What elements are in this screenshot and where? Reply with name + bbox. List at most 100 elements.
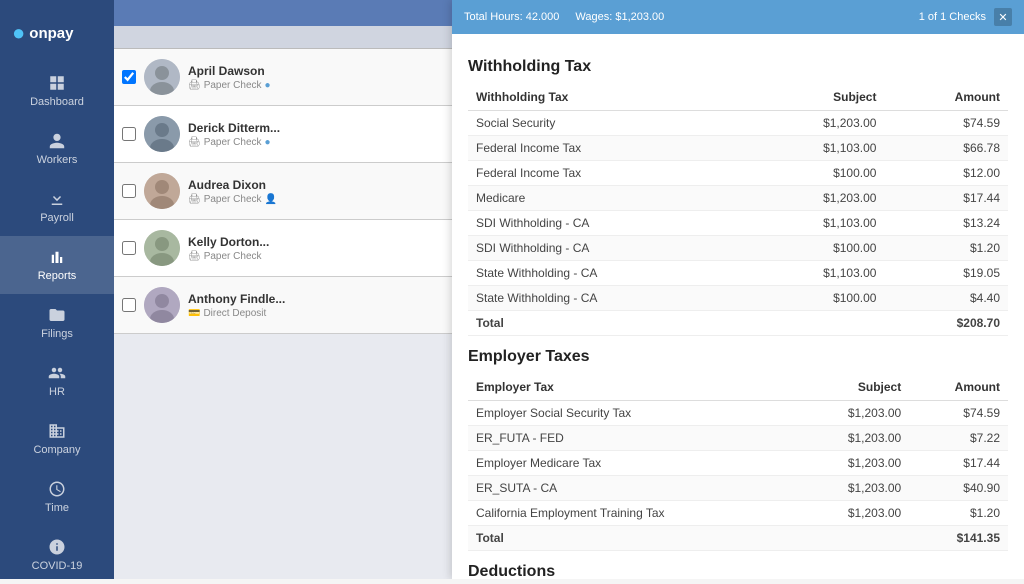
avatar [144,59,180,95]
avatar-image [144,59,180,95]
avatar-image [144,287,180,323]
print-icon: 🖨 [188,194,201,205]
sidebar-item-label: Reports [38,270,77,282]
sidebar-item-covid19[interactable]: COVID-19 [0,526,114,584]
download-icon [48,190,66,208]
tax-name: SDI Withholding - CA [468,236,745,261]
tax-subject: $100.00 [745,161,885,186]
total-row: Total$141.35 [468,526,1008,551]
tax-subject: $1,203.00 [797,426,909,451]
bar-chart-icon [48,248,66,266]
withholding-tax-table: Withholding Tax Subject Amount Social Se… [468,84,1008,336]
table-row: Federal Income Tax$100.00$12.00 [468,161,1008,186]
person-icon: 👤 [265,194,277,205]
worker-checkbox[interactable] [122,127,136,141]
person-icon [48,132,66,150]
sidebar-item-label: Payroll [40,212,74,224]
col-amount: Amount [909,374,1008,401]
tax-name: State Withholding - CA [468,261,745,286]
avatar-image [144,116,180,152]
sidebar-item-label: Time [45,502,69,514]
tax-subject: $1,203.00 [745,111,885,136]
tax-subject: $1,203.00 [797,401,909,426]
table-row: State Withholding - CA$100.00$4.40 [468,286,1008,311]
detail-panel: Total Hours: 42.000 Wages: $1,203.00 1 o… [452,0,1024,579]
sidebar-item-dashboard[interactable]: Dashboard [0,62,114,120]
table-row: Medicare$1,203.00$17.44 [468,186,1008,211]
col-amount: Amount [884,84,1008,111]
main-content: ▲ Back To Top Worker (1 of 44 selected) … [114,0,1024,579]
col-employer-tax: Employer Tax [468,374,797,401]
tax-subject: $1,203.00 [745,186,885,211]
tax-subject: $100.00 [745,286,885,311]
tax-subject: $1,103.00 [745,136,885,161]
sidebar-item-hr[interactable]: HR [0,352,114,410]
table-row: ER_SUTA - CA$1,203.00$40.90 [468,476,1008,501]
print-icon: 🖨 [188,137,201,148]
sidebar-item-label: Workers [37,154,78,166]
col-subject: Subject [797,374,909,401]
logo-text: onpay [29,25,73,42]
worker-checkbox[interactable] [122,184,136,198]
tax-subject: $1,103.00 [745,261,885,286]
tax-amount: $1.20 [909,501,1008,526]
table-row: Social Security$1,203.00$74.59 [468,111,1008,136]
tax-amount: $66.78 [884,136,1008,161]
sidebar-item-company[interactable]: Company [0,410,114,468]
table-row: SDI Withholding - CA$1,103.00$13.24 [468,211,1008,236]
total-amount: $208.70 [884,311,1008,336]
tax-amount: $13.24 [884,211,1008,236]
worker-checkbox[interactable] [122,298,136,312]
tax-amount: $4.40 [884,286,1008,311]
wages-badge: Wages: $1,203.00 [575,11,664,23]
tax-amount: $7.22 [909,426,1008,451]
tax-subject: $1,203.00 [797,501,909,526]
tax-amount: $17.44 [909,451,1008,476]
clock-icon [48,480,66,498]
sidebar-item-label: Dashboard [30,96,84,108]
sidebar-item-payroll[interactable]: Payroll [0,178,114,236]
sidebar-item-label: Filings [41,328,73,340]
tax-amount: $74.59 [884,111,1008,136]
tax-amount: $74.59 [909,401,1008,426]
sidebar-item-filings[interactable]: Filings [0,294,114,352]
tax-subject: $100.00 [745,236,885,261]
worker-checkbox[interactable] [122,70,136,84]
table-row: SDI Withholding - CA$100.00$1.20 [468,236,1008,261]
tax-name: State Withholding - CA [468,286,745,311]
tax-subject: $1,103.00 [745,211,885,236]
close-button[interactable]: ✕ [994,8,1012,26]
sidebar-item-label: Company [33,444,80,456]
sidebar: ● onpay Dashboard Workers Payroll Report… [0,0,114,579]
sidebar-item-label: COVID-19 [32,560,83,572]
avatar [144,116,180,152]
sidebar-item-time[interactable]: Time [0,468,114,526]
detail-header: Total Hours: 42.000 Wages: $1,203.00 1 o… [452,0,1024,34]
avatar [144,287,180,323]
tax-amount: $19.05 [884,261,1008,286]
print-icon: 🖨 [188,80,201,91]
tax-amount: $1.20 [884,236,1008,261]
table-row: ER_FUTA - FED$1,203.00$7.22 [468,426,1008,451]
logo-dot: ● [12,20,25,46]
avatar-image [144,173,180,209]
header-info: Total Hours: 42.000 Wages: $1,203.00 [464,11,664,23]
table-row: Employer Social Security Tax$1,203.00$74… [468,401,1008,426]
tax-amount: $12.00 [884,161,1008,186]
chart-icon [48,364,66,382]
worker-checkbox[interactable] [122,241,136,255]
avatar [144,173,180,209]
tax-amount: $17.44 [884,186,1008,211]
tax-name: California Employment Training Tax [468,501,797,526]
total-label: Total [468,526,797,551]
tax-name: Social Security [468,111,745,136]
sidebar-item-workers[interactable]: Workers [0,120,114,178]
sidebar-item-reports[interactable]: Reports [0,236,114,294]
info-dot: ● [265,137,271,148]
tax-amount: $40.90 [909,476,1008,501]
table-row: Employer Medicare Tax$1,203.00$17.44 [468,451,1008,476]
tax-name: ER_SUTA - CA [468,476,797,501]
info-icon [48,538,66,556]
deductions-title: Deductions [468,563,1008,579]
total-label: Total [468,311,745,336]
